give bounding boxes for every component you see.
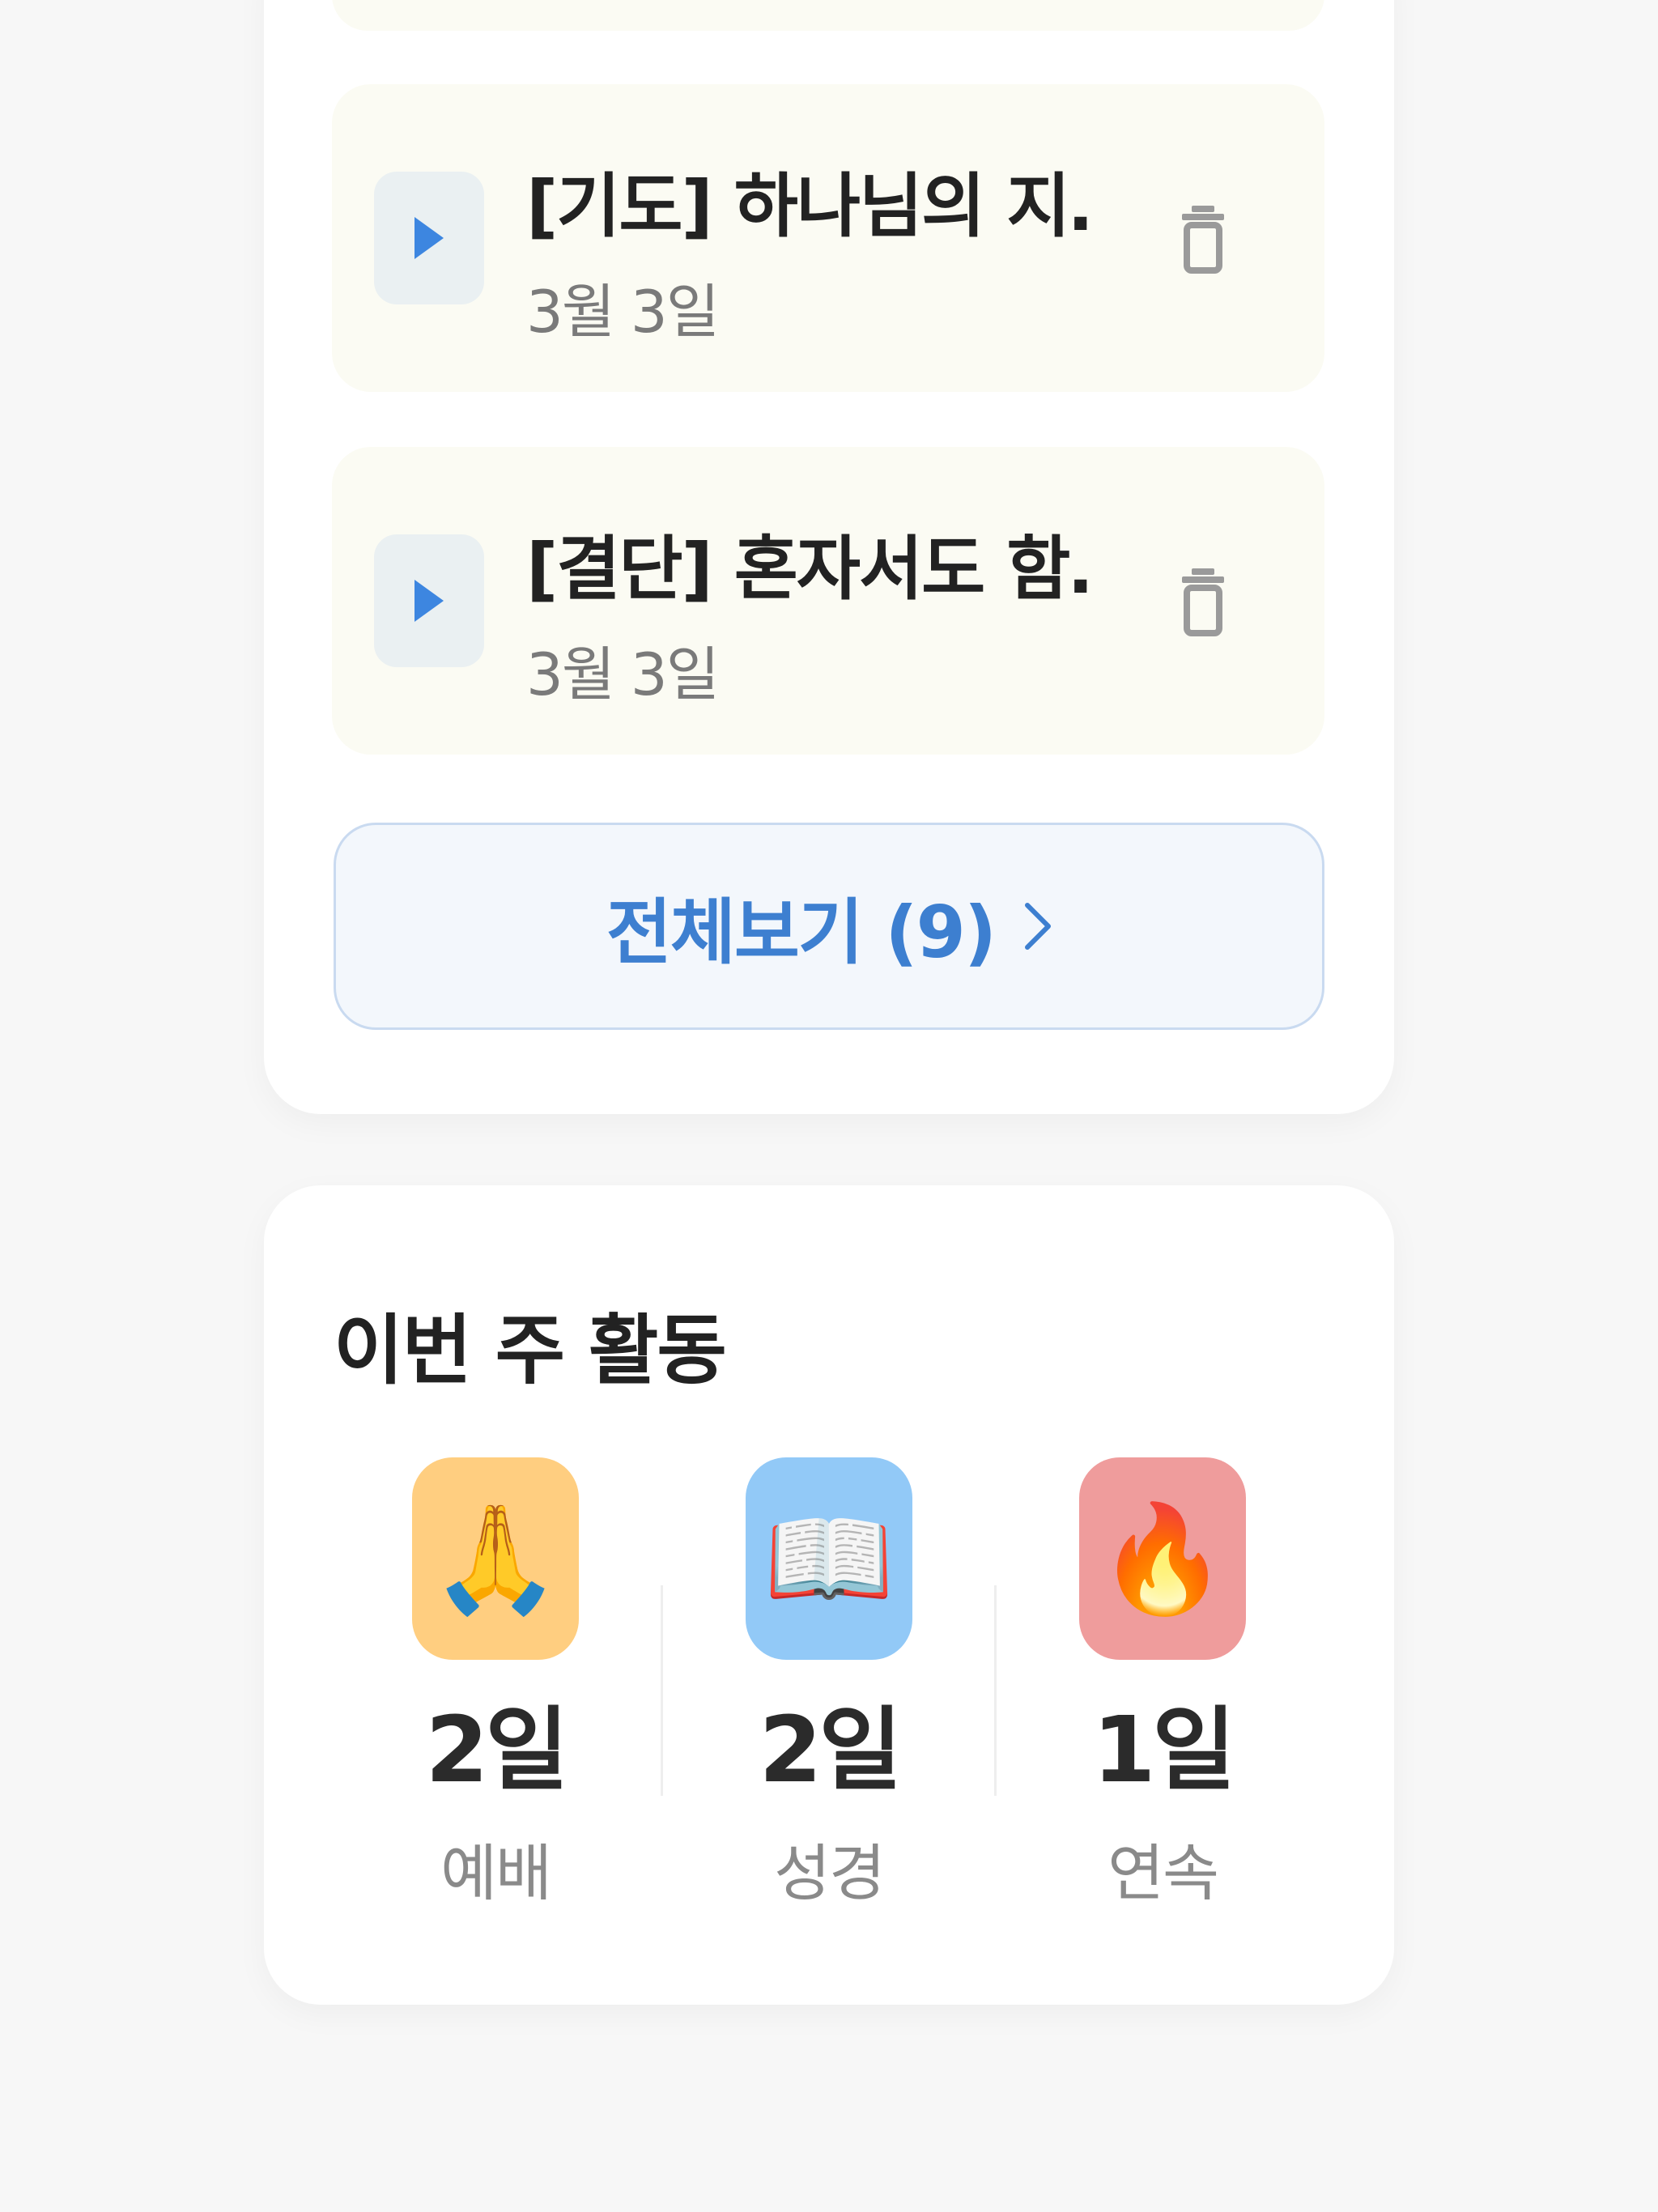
divider [661,1585,663,1796]
delete-button[interactable] [1174,560,1232,641]
recording-title: [기도] 하나님의 지… [526,166,1093,247]
recording-date: 3월 3일 [526,278,720,346]
stat-worship: 🙏 2일 예배 [342,1457,649,1927]
delete-button[interactable] [1174,198,1232,279]
praying-hands-icon: 🙏 [412,1457,579,1660]
play-icon [414,217,444,259]
stat-label: 예배 [440,1837,552,1909]
stat-value: 2일 [759,1698,903,1803]
fire-icon: 🔥 [1079,1457,1246,1660]
view-all-button[interactable]: 전체보기 (9) [334,823,1324,1030]
section-title: 이번 주 활동 [334,1307,727,1395]
stat-label: 성경 [774,1837,886,1909]
recording-title: [결단] 혼자서도 함… [526,529,1093,610]
trash-icon [1182,568,1224,636]
play-button[interactable] [374,534,484,667]
play-button[interactable] [374,172,484,304]
trash-icon [1182,206,1224,274]
play-icon [414,580,444,622]
screen: [기도] 하나님의 지… 3월 3일 [결단] 혼자서도 함… 3월 3일 전체… [0,0,1658,2212]
divider [994,1585,997,1796]
recording-item[interactable]: [기도] 하나님의 지… 3월 3일 [332,84,1324,392]
open-book-icon: 📖 [746,1457,912,1660]
stat-streak: 🔥 1일 연속 [1009,1457,1316,1927]
recording-date: 3월 3일 [526,640,720,708]
stat-value: 2일 [425,1698,569,1803]
stat-bible: 📖 2일 성경 [675,1457,983,1927]
recording-item[interactable]: [결단] 혼자서도 함… 3월 3일 [332,447,1324,755]
stat-label: 연속 [1107,1837,1219,1909]
chevron-right-icon [1024,902,1052,951]
list-item-partial[interactable] [332,0,1324,31]
stat-value: 1일 [1092,1698,1236,1803]
view-all-label: 전체보기 (9) [606,890,997,974]
